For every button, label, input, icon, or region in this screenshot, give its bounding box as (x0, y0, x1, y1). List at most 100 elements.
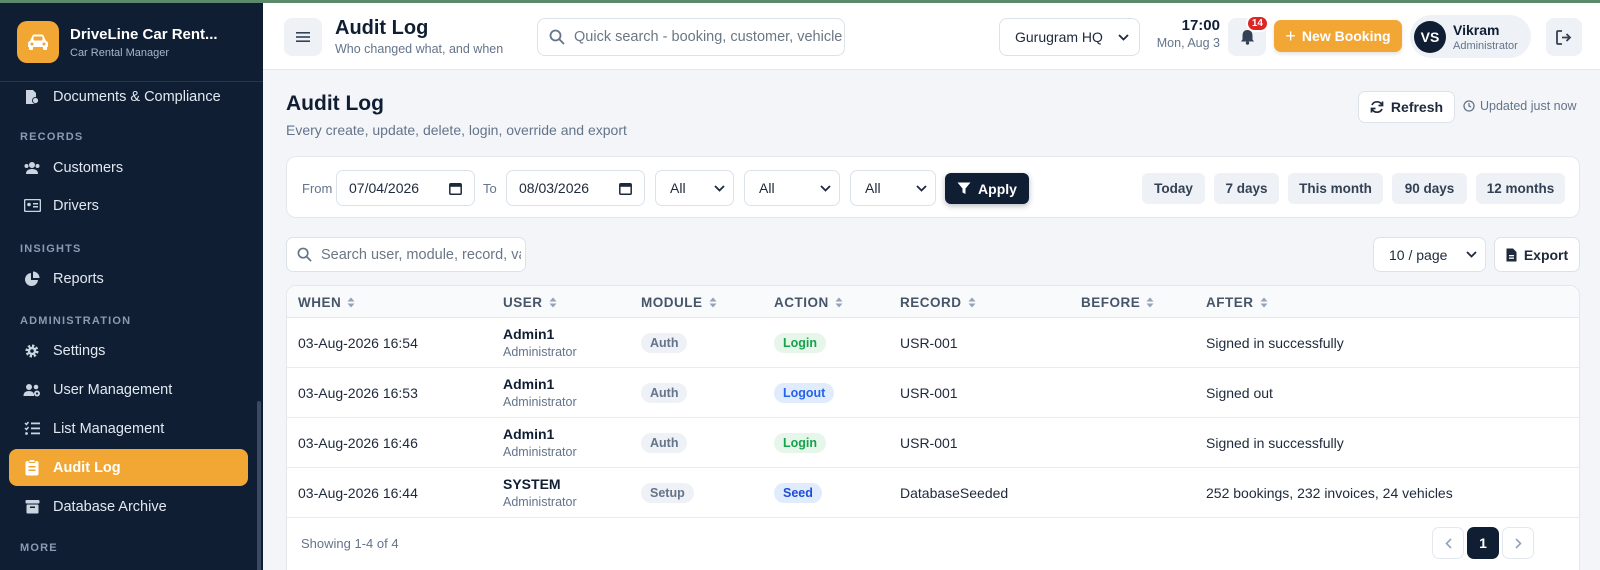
pie-chart-icon (23, 270, 41, 288)
table-search-input[interactable] (321, 246, 521, 263)
notifications-button[interactable]: 14 (1228, 15, 1269, 56)
cell-record: DatabaseSeeded (900, 485, 1009, 501)
table-row[interactable]: 03-Aug-2026 16:53 Admin1 Administrator Au… (287, 368, 1579, 418)
quick-search-input[interactable] (574, 29, 844, 45)
clock: 17:00 Mon, Aug 3 (1135, 17, 1220, 50)
new-booking-label: New Booking (1301, 28, 1391, 44)
cell-after: Signed out (1206, 385, 1273, 401)
column-header-action[interactable]: ACTION (774, 295, 843, 310)
sidebar-item-reports[interactable]: Reports (9, 260, 248, 297)
chevron-down-icon (714, 184, 725, 192)
column-header-when[interactable]: WHEN (298, 295, 355, 310)
table-row[interactable]: 03-Aug-2026 16:46 Admin1 Administrator Au… (287, 418, 1579, 468)
sidebar-item-customers[interactable]: Customers (9, 149, 248, 186)
chevron-down-icon (916, 184, 927, 192)
action-filter-select[interactable]: All (850, 170, 936, 206)
page-subtitle: Every create, update, delete, login, ove… (286, 122, 627, 138)
quick-7-days-button[interactable]: 7 days (1214, 173, 1279, 204)
clock-time: 17:00 (1181, 17, 1220, 34)
sidebar: DriveLine Car Rent... Car Rental Manager… (0, 3, 263, 570)
page-size-value: 10 / page (1389, 246, 1448, 263)
menu-toggle-button[interactable] (284, 18, 322, 56)
car-logo-icon (17, 21, 59, 63)
sidebar-item-settings[interactable]: Settings (9, 332, 248, 369)
apply-button[interactable]: Apply (945, 173, 1029, 204)
filter-bar: From 07/04/2026 To 08/03/2026 All All Al… (286, 156, 1580, 218)
to-date-input[interactable]: 08/03/2026 (506, 170, 645, 206)
page-size-select[interactable]: 10 / page (1373, 237, 1486, 272)
column-header-record[interactable]: RECORD (900, 295, 976, 310)
header-subtitle: Who changed what, and when (335, 42, 504, 56)
user-filter-select[interactable]: All (655, 170, 734, 206)
module-filter-select[interactable]: All (744, 170, 840, 206)
brand[interactable]: DriveLine Car Rent... Car Rental Manager (0, 3, 263, 82)
module-badge: Auth (641, 433, 688, 453)
branch-select[interactable]: Gurugram HQ (999, 18, 1140, 56)
action-badge: Login (774, 433, 827, 453)
column-header-before[interactable]: BEFORE (1081, 295, 1154, 310)
app-subtitle: Car Rental Manager (70, 46, 170, 59)
table-row[interactable]: 03-Aug-2026 16:54 Admin1 Administrator Au… (287, 318, 1579, 368)
section-more: MORE (20, 542, 58, 554)
header-title: Audit Log (335, 17, 429, 39)
cell-when: 03-Aug-2026 16:46 (298, 435, 418, 451)
next-page-button[interactable] (1502, 527, 1534, 559)
new-booking-button[interactable]: + New Booking (1274, 20, 1402, 52)
quick-90-days-button[interactable]: 90 days (1392, 173, 1467, 204)
to-date-value: 08/03/2026 (519, 180, 590, 196)
cell-user: Admin1 Administrator (503, 326, 577, 359)
sidebar-item-audit-log[interactable]: Audit Log (9, 449, 248, 486)
sort-icon (709, 297, 717, 308)
logout-icon (1556, 29, 1572, 45)
action-badge: Seed (774, 483, 822, 503)
cell-after: Signed in successfully (1206, 435, 1344, 451)
sidebar-item-label: Customers (53, 159, 124, 176)
cell-record: USR-001 (900, 385, 958, 401)
page-title: Audit Log (286, 92, 384, 115)
module-badge: Auth (641, 333, 688, 353)
column-header-after[interactable]: AFTER (1206, 295, 1268, 310)
sidebar-scrollbar[interactable] (257, 401, 261, 570)
page-1-button[interactable]: 1 (1467, 527, 1499, 559)
table-search[interactable] (286, 237, 526, 272)
user-name: Vikram (1453, 21, 1500, 38)
column-header-user[interactable]: USER (503, 295, 557, 310)
chevron-left-icon (1444, 537, 1452, 549)
refresh-button[interactable]: Refresh (1358, 91, 1455, 123)
from-date-input[interactable]: 07/04/2026 (336, 170, 475, 206)
gear-icon (23, 342, 41, 360)
id-card-icon (23, 197, 41, 215)
sidebar-item-documents[interactable]: Documents & Compliance (9, 78, 248, 115)
prev-page-button[interactable] (1432, 527, 1464, 559)
app-name: DriveLine Car Rent... (70, 25, 218, 43)
sidebar-item-label: Audit Log (53, 459, 121, 476)
quick-12-months-button[interactable]: 12 months (1476, 173, 1565, 204)
user-menu[interactable]: VS Vikram Administrator (1410, 15, 1531, 58)
sort-icon (968, 297, 976, 308)
search-icon (549, 29, 565, 45)
quick-today-button[interactable]: Today (1142, 173, 1205, 204)
quick-this-month-button[interactable]: This month (1288, 173, 1383, 204)
list-check-icon (23, 420, 41, 438)
sidebar-item-user-management[interactable]: User Management (9, 371, 248, 408)
quick-search[interactable] (537, 18, 845, 56)
users-icon (23, 159, 41, 177)
module-badge: Setup (641, 483, 694, 503)
branch-value: Gurugram HQ (1015, 29, 1103, 45)
chevron-right-icon (1514, 537, 1522, 549)
action-badge: Logout (774, 383, 835, 403)
action-badge: Login (774, 333, 827, 353)
table-row[interactable]: 03-Aug-2026 16:44 SYSTEM Administrator Se… (287, 468, 1579, 518)
cell-when: 03-Aug-2026 16:54 (298, 335, 418, 351)
export-button[interactable]: Export (1494, 237, 1580, 272)
sidebar-item-label: List Management (53, 420, 165, 437)
sidebar-item-drivers[interactable]: Drivers (9, 187, 248, 224)
column-header-module[interactable]: MODULE (641, 295, 717, 310)
chevron-down-icon (820, 184, 831, 192)
section-insights: INSIGHTS (20, 243, 82, 255)
sidebar-item-database-archive[interactable]: Database Archive (9, 488, 248, 525)
sidebar-item-list-management[interactable]: List Management (9, 410, 248, 447)
logout-button[interactable] (1546, 18, 1582, 56)
sort-icon (347, 297, 355, 308)
sort-icon (549, 297, 557, 308)
